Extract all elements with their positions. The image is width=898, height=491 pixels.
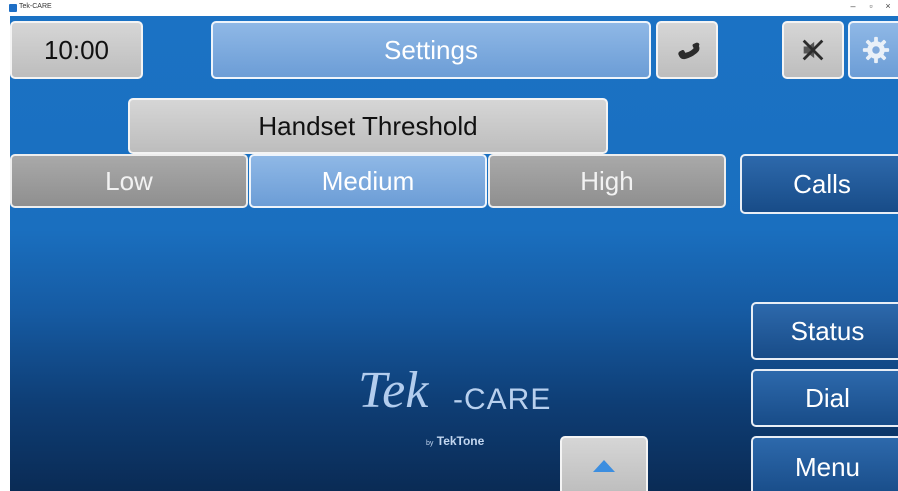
threshold-option-high[interactable]: High bbox=[488, 154, 726, 208]
option-label: Medium bbox=[321, 165, 415, 196]
dial-label: Dial bbox=[805, 382, 850, 413]
phone-button[interactable] bbox=[656, 21, 718, 79]
close-button[interactable]: × bbox=[881, 1, 895, 11]
minimize-button[interactable]: – bbox=[846, 1, 860, 11]
option-label: High bbox=[580, 165, 634, 196]
clock-button[interactable]: 10:00 bbox=[10, 21, 143, 79]
menu-button[interactable]: Menu bbox=[751, 436, 898, 491]
phone-icon bbox=[678, 42, 700, 60]
settings-button[interactable] bbox=[848, 21, 898, 79]
option-label: Low bbox=[105, 165, 153, 196]
threshold-option-medium[interactable]: Medium bbox=[249, 154, 487, 208]
threshold-title: Handset Threshold bbox=[258, 110, 478, 141]
window-title: Tek-CARE bbox=[19, 3, 52, 10]
settings-title-bar: Settings bbox=[211, 21, 651, 79]
logo-byline: by TekTone bbox=[426, 434, 484, 448]
logo-brand: TekTone bbox=[436, 434, 485, 448]
calls-label: Calls bbox=[793, 168, 851, 199]
logo-by: by bbox=[426, 440, 434, 447]
scroll-up-button[interactable] bbox=[560, 436, 648, 491]
threshold-option-low[interactable]: Low bbox=[10, 154, 248, 208]
logo-tek: Tek bbox=[358, 362, 429, 419]
dial-button[interactable]: Dial bbox=[751, 369, 898, 427]
gear-icon bbox=[862, 36, 890, 64]
speaker-muted-icon bbox=[802, 39, 824, 61]
logo-care: -CARE bbox=[453, 383, 552, 416]
up-arrow-icon bbox=[593, 460, 615, 472]
tek-care-logo: Tek -CARE by TekTone bbox=[348, 361, 588, 461]
app-icon bbox=[9, 4, 17, 12]
window-titlebar: Tek-CARE – ▫ × bbox=[0, 0, 898, 16]
handset-threshold-label: Handset Threshold bbox=[128, 98, 608, 154]
mute-button[interactable] bbox=[782, 21, 844, 79]
clock-label: 10:00 bbox=[43, 34, 110, 65]
status-button[interactable]: Status bbox=[751, 302, 898, 360]
status-label: Status bbox=[790, 315, 865, 346]
menu-label: Menu bbox=[794, 451, 861, 482]
calls-button[interactable]: Calls bbox=[740, 154, 898, 214]
page-title: Settings bbox=[384, 34, 478, 65]
maximize-button[interactable]: ▫ bbox=[864, 1, 878, 11]
app-screen: 10:00 Settings Handset Threshold Low Med… bbox=[10, 16, 898, 491]
